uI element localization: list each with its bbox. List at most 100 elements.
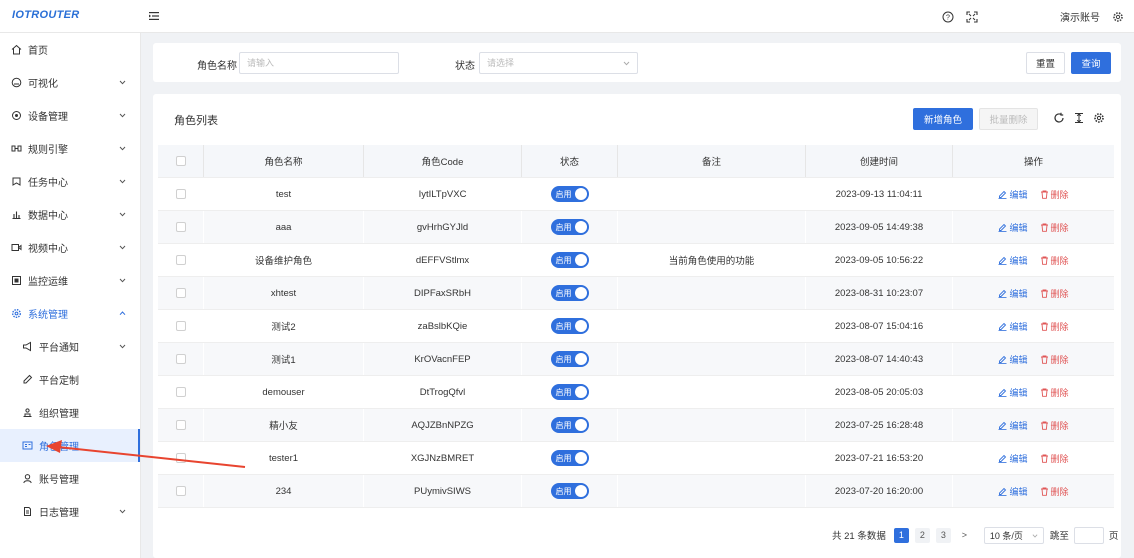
home-icon xyxy=(11,44,22,55)
status-select[interactable]: 请选择 xyxy=(479,52,638,74)
table-row: demouser DtTrogQfvl 启用 2023-08-05 20:05:03 编… xyxy=(158,376,1114,409)
delete-button[interactable]: 删除 xyxy=(1040,320,1069,333)
delete-label: 删除 xyxy=(1050,189,1069,200)
select-cell xyxy=(158,409,204,441)
sidebar-item-logs[interactable]: 日志管理 xyxy=(0,495,140,528)
delete-button[interactable]: 删除 xyxy=(1040,419,1069,432)
page-button[interactable]: 3 xyxy=(935,527,951,543)
next-page-button[interactable]: > xyxy=(957,528,972,543)
select-all-checkbox[interactable] xyxy=(175,156,186,166)
edit-button[interactable]: 编辑 xyxy=(998,188,1028,201)
delete-label: 删除 xyxy=(1050,387,1069,398)
edit-button[interactable]: 编辑 xyxy=(998,386,1028,399)
refresh-icon[interactable] xyxy=(1053,112,1065,124)
sidebar-item-visualization[interactable]: 可视化 xyxy=(0,66,140,99)
status-toggle[interactable]: 启用 xyxy=(550,483,589,499)
edit-button[interactable]: 编辑 xyxy=(998,419,1028,432)
delete-button[interactable]: 删除 xyxy=(1040,452,1069,465)
edit-button[interactable]: 编辑 xyxy=(998,254,1028,267)
sidebar-item-rule-engine[interactable]: 规则引擎 xyxy=(0,132,140,165)
role-name-cell: 设备维护角色 xyxy=(204,244,364,276)
row-checkbox[interactable] xyxy=(175,321,186,331)
sidebar-item-organization[interactable]: 组织管理 xyxy=(0,396,140,429)
account-name[interactable]: 演示账号 xyxy=(1060,9,1100,24)
settings-gear-icon[interactable] xyxy=(1112,11,1124,23)
add-role-button[interactable]: 新增角色 xyxy=(913,108,973,130)
delete-button[interactable]: 删除 xyxy=(1040,287,1069,300)
status-toggle[interactable]: 启用 xyxy=(550,450,589,466)
edit-icon xyxy=(998,322,1007,331)
status-cell: 启用 xyxy=(522,442,618,474)
edit-button[interactable]: 编辑 xyxy=(998,452,1028,465)
role-name-cell: 精小友 xyxy=(204,409,364,441)
edit-button[interactable]: 编辑 xyxy=(998,485,1028,498)
query-button[interactable]: 查询 xyxy=(1071,52,1111,74)
role-name-input[interactable]: 请输入 xyxy=(239,52,399,74)
edit-button[interactable]: 编辑 xyxy=(998,221,1028,234)
sidebar-item-label: 可视化 xyxy=(28,79,58,90)
row-checkbox[interactable] xyxy=(175,486,186,496)
status-toggle-text: 启用 xyxy=(555,288,572,298)
page-button[interactable]: 1 xyxy=(893,527,909,543)
jump-label: 跳至 xyxy=(1049,531,1069,542)
status-toggle[interactable]: 启用 xyxy=(550,351,589,367)
select-all-cell xyxy=(158,145,204,177)
toggle-knob xyxy=(574,221,587,233)
edit-button[interactable]: 编辑 xyxy=(998,353,1028,366)
row-checkbox[interactable] xyxy=(175,222,186,232)
delete-button[interactable]: 删除 xyxy=(1040,485,1069,498)
jump-page-input[interactable] xyxy=(1073,526,1104,544)
column-settings-icon[interactable] xyxy=(1093,112,1105,124)
row-checkbox[interactable] xyxy=(175,189,186,199)
trash-icon xyxy=(1040,388,1048,397)
status-toggle[interactable]: 启用 xyxy=(550,318,589,334)
sidebar-item-tasks[interactable]: 任务中心 xyxy=(0,165,140,198)
row-checkbox[interactable] xyxy=(175,420,186,430)
sidebar-item-system[interactable]: 系统管理 xyxy=(0,297,140,330)
menu-fold-icon[interactable] xyxy=(148,10,160,22)
status-toggle[interactable]: 启用 xyxy=(550,186,589,202)
edit-label: 编辑 xyxy=(1009,189,1028,200)
row-height-icon[interactable] xyxy=(1073,112,1085,124)
user-icon xyxy=(23,474,32,484)
help-icon[interactable]: ? xyxy=(942,11,954,23)
sidebar-item-platform-custom[interactable]: 平台定制 xyxy=(0,363,140,396)
reset-button[interactable]: 重置 xyxy=(1026,52,1065,74)
sidebar-item-roles[interactable]: 角色管理 xyxy=(0,429,140,462)
sidebar-item-home[interactable]: 首页 xyxy=(0,33,140,66)
sidebar-item-accounts[interactable]: 账号管理 xyxy=(0,462,140,495)
status-toggle[interactable]: 启用 xyxy=(550,417,589,433)
sidebar-item-data[interactable]: 数据中心 xyxy=(0,198,140,231)
row-checkbox[interactable] xyxy=(175,453,186,463)
brand-logo[interactable]: IOTROUTER xyxy=(12,9,79,21)
delete-button[interactable]: 删除 xyxy=(1040,353,1069,366)
delete-button[interactable]: 删除 xyxy=(1040,386,1069,399)
sidebar-item-video[interactable]: 视频中心 xyxy=(0,231,140,264)
sidebar-item-label: 设备管理 xyxy=(28,112,68,123)
select-cell xyxy=(158,211,204,243)
status-toggle[interactable]: 启用 xyxy=(550,252,589,268)
status-toggle[interactable]: 启用 xyxy=(550,384,589,400)
row-checkbox[interactable] xyxy=(175,255,186,265)
sidebar-item-devices[interactable]: 设备管理 xyxy=(0,99,140,132)
trash-icon xyxy=(1040,190,1048,199)
sidebar-item-platform-notice[interactable]: 平台通知 xyxy=(0,330,140,363)
row-checkbox[interactable] xyxy=(175,354,186,364)
page-button[interactable]: 2 xyxy=(914,527,930,543)
status-toggle[interactable]: 启用 xyxy=(550,219,589,235)
sidebar-item-label: 规则引擎 xyxy=(28,145,68,156)
batch-delete-button[interactable]: 批量删除 xyxy=(979,108,1038,130)
sidebar-item-label: 首页 xyxy=(28,46,48,57)
toggle-knob xyxy=(574,386,587,398)
status-toggle[interactable]: 启用 xyxy=(550,285,589,301)
row-checkbox[interactable] xyxy=(175,288,186,298)
sidebar-item-monitoring[interactable]: 监控运维 xyxy=(0,264,140,297)
delete-button[interactable]: 删除 xyxy=(1040,221,1069,234)
delete-button[interactable]: 删除 xyxy=(1040,254,1069,267)
edit-button[interactable]: 编辑 xyxy=(998,287,1028,300)
delete-button[interactable]: 删除 xyxy=(1040,188,1069,201)
row-checkbox[interactable] xyxy=(175,387,186,397)
fullscreen-icon[interactable] xyxy=(966,10,978,23)
edit-button[interactable]: 编辑 xyxy=(998,320,1028,333)
page-size-select[interactable]: 10 条/页 xyxy=(983,526,1044,544)
